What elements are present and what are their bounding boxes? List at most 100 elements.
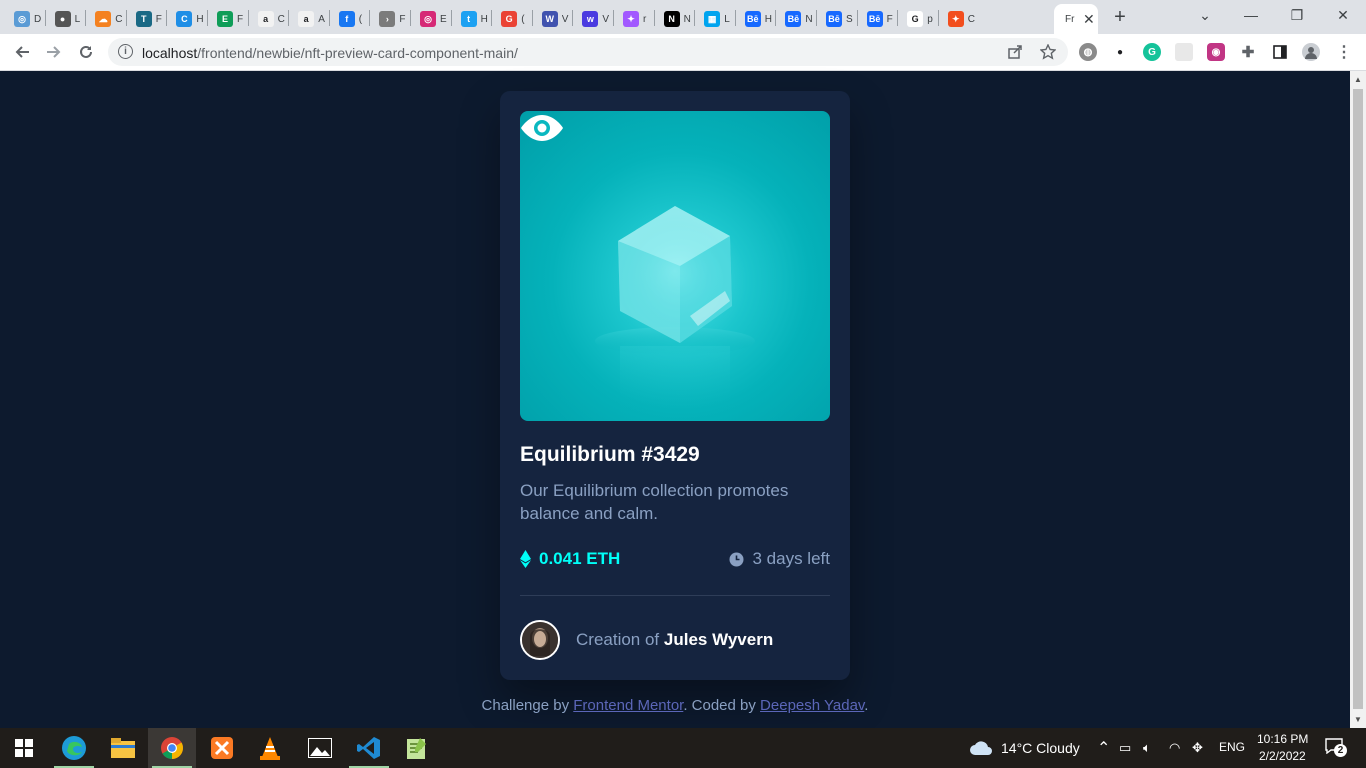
scroll-up-arrow-icon[interactable]: ▲ <box>1354 75 1362 84</box>
taskbar-notepad-plus[interactable] <box>393 728 441 768</box>
nft-title[interactable]: Equilibrium #3429 <box>520 443 700 467</box>
close-window-button[interactable]: ✕ <box>1320 0 1366 30</box>
url-path: /frontend/newbie/nft-preview-card-compon… <box>197 45 518 61</box>
back-button[interactable] <box>9 39 35 65</box>
minimize-button[interactable]: — <box>1228 0 1274 30</box>
cloud-weather-icon <box>970 741 992 755</box>
restore-button[interactable]: ❐ <box>1274 0 1320 30</box>
new-tab-button[interactable]: + <box>1109 6 1131 28</box>
clock-date[interactable]: 2/2/2022 <box>1259 749 1306 763</box>
tab[interactable]: TF <box>129 4 169 34</box>
behance-icon: Bē <box>744 11 761 27</box>
extension-ball-icon[interactable]: ◍ <box>1079 43 1097 61</box>
tab-label: r <box>643 13 647 25</box>
tab[interactable]: Bē N <box>778 4 818 34</box>
nft-image[interactable] <box>520 111 830 421</box>
taskbar-vlc[interactable] <box>246 728 294 768</box>
frontend-mentor-link[interactable]: Frontend Mentor <box>573 697 683 714</box>
menu-kebab-icon[interactable]: ⋮ <box>1335 43 1353 61</box>
start-button[interactable] <box>0 728 48 768</box>
folder-icon <box>111 738 135 758</box>
chevron-up-icon[interactable]: ⌃ <box>1097 738 1110 758</box>
bookmark-star-icon[interactable] <box>1039 43 1057 61</box>
tab[interactable]: ◎ E <box>413 4 453 34</box>
tab-label: E <box>440 13 447 25</box>
dropbox-icon[interactable]: ✥ <box>1192 740 1203 756</box>
crystal-cube-illustration <box>595 201 755 416</box>
grammarly-icon[interactable]: G <box>1143 43 1161 61</box>
side-panel-icon[interactable] <box>1271 43 1289 61</box>
creator-row: Creation of Jules Wyvern <box>520 620 773 660</box>
address-bar[interactable]: i localhost/frontend/newbie/nft-preview-… <box>108 38 1068 66</box>
url-text[interactable]: localhost/frontend/newbie/nft-preview-ca… <box>142 45 518 61</box>
scroll-thumb[interactable] <box>1353 89 1363 709</box>
attribution: Challenge by Frontend Mentor. Coded by D… <box>0 697 1350 714</box>
tab[interactable]: EF <box>210 4 250 34</box>
tab[interactable]: ● L <box>48 4 88 34</box>
back-arrow-icon <box>15 46 29 58</box>
notification-count-badge: 2 <box>1334 744 1347 757</box>
notification-center-button[interactable]: 2 <box>1325 738 1347 758</box>
tab[interactable]: CH <box>169 4 209 34</box>
tab[interactable]: ◎ D <box>7 4 47 34</box>
taskbar-vscode[interactable] <box>345 728 393 768</box>
tab[interactable]: Bē H <box>738 4 778 34</box>
taskbar-file-explorer[interactable] <box>99 728 147 768</box>
profile-avatar-icon[interactable] <box>1302 43 1320 61</box>
share-icon[interactable] <box>1006 43 1024 61</box>
circle-arrow-icon: › <box>379 11 396 27</box>
tab[interactable]: wV <box>575 4 615 34</box>
scroll-down-arrow-icon[interactable]: ▼ <box>1354 715 1362 724</box>
taskbar-edge[interactable] <box>50 728 98 768</box>
battery-icon[interactable]: ▭ <box>1119 740 1131 756</box>
wifi-icon[interactable]: ◠ <box>1169 740 1180 756</box>
tab-separator <box>694 10 696 26</box>
tab-label: C <box>277 13 285 25</box>
tab-search-button[interactable]: ⌄ <box>1182 0 1228 30</box>
notepad-icon <box>407 738 426 759</box>
creator-name[interactable]: Jules Wyvern <box>664 630 773 649</box>
forward-button[interactable] <box>41 39 67 65</box>
time-remaining-value: 3 days left <box>752 549 831 568</box>
extensions-puzzle-icon[interactable]: ✚ <box>1239 43 1257 61</box>
tab[interactable]: aC <box>251 4 291 34</box>
page-scrollbar[interactable]: ▲ ▼ <box>1350 71 1366 728</box>
site-info-icon[interactable]: i <box>118 44 133 59</box>
creator-text: Creation of Jules Wyvern <box>576 630 773 650</box>
tab[interactable]: aA <box>291 4 331 34</box>
close-tab-icon[interactable]: ✕ <box>1083 11 1095 28</box>
extension-ghost-icon[interactable]: ● <box>1111 43 1129 61</box>
reload-button[interactable] <box>73 39 99 65</box>
tab[interactable]: WV <box>535 4 575 34</box>
tab[interactable]: ▦ L <box>697 4 737 34</box>
weather-text[interactable]: 14°C Cloudy <box>1001 740 1080 756</box>
tab[interactable]: Bē S <box>819 4 859 34</box>
tab[interactable]: Bē F <box>860 4 900 34</box>
figma-icon: ✦ <box>623 11 639 27</box>
language-indicator[interactable]: ENG <box>1219 740 1245 754</box>
tab[interactable]: NN <box>657 4 697 34</box>
taskbar-photos[interactable] <box>296 728 344 768</box>
tab-separator <box>410 10 411 26</box>
tab[interactable]: tH <box>454 4 494 34</box>
tab[interactable]: ✦ C <box>941 4 981 34</box>
speaker-icon[interactable]: 🔈︎ <box>1143 740 1151 756</box>
taskbar-xampp[interactable] <box>198 728 246 768</box>
tab-label: ( <box>358 13 363 25</box>
tab[interactable]: G( <box>494 4 534 34</box>
tab[interactable]: ☁ C <box>88 4 128 34</box>
w-icon: w <box>582 11 599 27</box>
tab[interactable]: f( <box>332 4 372 34</box>
author-link[interactable]: Deepesh Yadav <box>760 697 864 714</box>
extension-blank-icon[interactable] <box>1175 43 1193 61</box>
clock-time[interactable]: 10:16 PM <box>1257 732 1308 746</box>
chrome-icon <box>161 737 183 759</box>
tab-active[interactable]: Fr ✕ <box>1054 4 1098 34</box>
color-picker-icon[interactable]: ◉ <box>1207 43 1225 61</box>
vlc-cone-icon <box>260 737 280 760</box>
taskbar-chrome[interactable] <box>148 728 196 768</box>
tab[interactable]: › F <box>372 4 412 34</box>
tab[interactable]: ✦ r <box>616 4 656 34</box>
tab[interactable]: Gp <box>900 4 940 34</box>
tab-label: C <box>967 13 976 25</box>
